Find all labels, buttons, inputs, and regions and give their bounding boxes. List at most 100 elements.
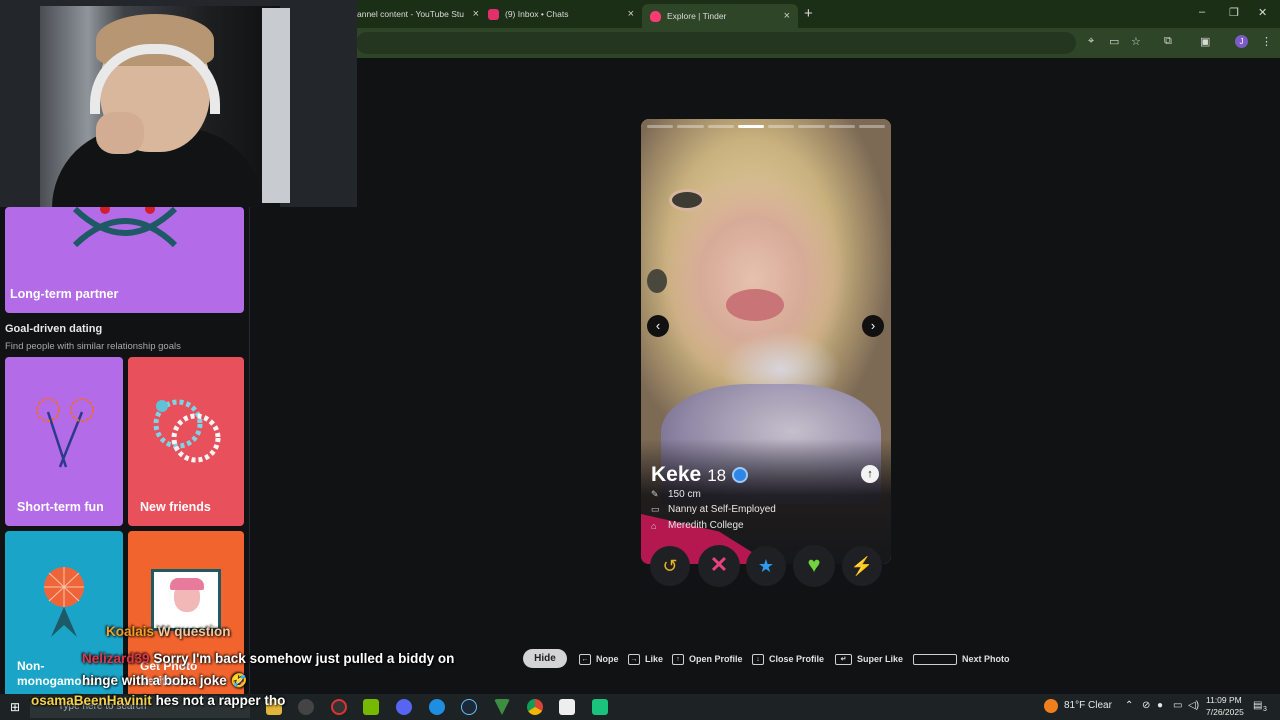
notifications-icon[interactable]: ▤ bbox=[1253, 700, 1262, 711]
photo-progress-segment bbox=[677, 125, 704, 128]
chat-text: W question bbox=[157, 624, 231, 639]
chat-message: Koalais W question bbox=[106, 624, 231, 639]
capcut-icon[interactable] bbox=[559, 699, 575, 715]
chat-message: osamaBeenHavinit hes not a rapper tho bbox=[31, 693, 285, 708]
chat-text: hes not a rapper tho bbox=[155, 693, 286, 708]
hint-label: Like bbox=[645, 654, 664, 664]
clock-date[interactable]: 7/26/2025 bbox=[1206, 707, 1244, 717]
webcam-door bbox=[262, 8, 290, 203]
x-icon: ✕ bbox=[709, 552, 729, 577]
sidebar-icon[interactable]: ▣ bbox=[1200, 35, 1210, 48]
nvidia-icon[interactable] bbox=[363, 699, 379, 715]
pineapple-icon bbox=[44, 567, 84, 637]
previous-photo-button[interactable]: ‹ bbox=[647, 315, 669, 337]
card-label: Long-term partner bbox=[10, 287, 119, 301]
browser-profile-avatar[interactable]: J bbox=[1235, 35, 1248, 48]
profile-job: ▭ Nanny at Self-Employed bbox=[651, 504, 776, 515]
photo-detail bbox=[669, 189, 705, 211]
close-icon[interactable]: × bbox=[473, 8, 479, 20]
location-icon[interactable]: ⌖ bbox=[1088, 35, 1094, 48]
instagram-icon bbox=[488, 8, 499, 20]
close-icon[interactable]: × bbox=[784, 10, 790, 22]
hint-label: Nope bbox=[596, 654, 619, 664]
friendship-bracelets-icon bbox=[153, 399, 221, 463]
minimize-button[interactable]: – bbox=[1199, 6, 1205, 18]
profile-card[interactable]: ‹ › Keke 18 ↑ ✎ 150 cm ▭ Nanny at Self-E… bbox=[641, 119, 891, 564]
microphone-icon[interactable]: ● bbox=[1157, 700, 1163, 711]
profile-school-text: Meredith College bbox=[668, 520, 744, 531]
profile-age: 18 bbox=[707, 466, 727, 485]
windows-start-icon[interactable]: ⊞ bbox=[10, 700, 20, 714]
hint-label: Super Like bbox=[857, 654, 904, 664]
hint-close-profile: ↓ Close Profile bbox=[752, 652, 824, 666]
app-icon[interactable] bbox=[592, 699, 608, 715]
section-subtitle: Find people with similar relationship go… bbox=[5, 341, 181, 352]
webcam-person-hand bbox=[96, 112, 144, 154]
card-short-term-fun[interactable]: Short-term fun bbox=[5, 357, 123, 526]
next-photo-button[interactable]: › bbox=[862, 315, 884, 337]
profile-height-text: 150 cm bbox=[668, 489, 701, 500]
address-bar[interactable] bbox=[356, 32, 1076, 54]
photo-progress-segment bbox=[858, 125, 885, 128]
section-title: Goal-driven dating bbox=[5, 323, 103, 335]
clock-time[interactable]: 11:09 PM bbox=[1206, 695, 1242, 705]
super-like-button[interactable]: ★ bbox=[746, 546, 786, 586]
photo-progress-segment bbox=[768, 125, 795, 128]
like-button[interactable]: ♥ bbox=[793, 545, 835, 587]
hint-open-profile: ↑ Open Profile bbox=[672, 652, 743, 666]
network-off-icon[interactable]: ⊘ bbox=[1142, 700, 1150, 711]
photo-progress-segment bbox=[798, 125, 825, 128]
steam-icon[interactable] bbox=[461, 699, 477, 715]
hearts-illustration-icon bbox=[72, 207, 178, 248]
obs-icon[interactable] bbox=[331, 699, 347, 715]
new-tab-button[interactable]: + bbox=[804, 5, 813, 22]
photo-progress-segment bbox=[707, 125, 734, 128]
photo-frame-icon bbox=[151, 569, 221, 631]
extensions-icon[interactable]: ⧉ bbox=[1164, 35, 1172, 48]
profile-school: ⌂ Meredith College bbox=[651, 520, 744, 531]
discord-icon[interactable] bbox=[396, 699, 412, 715]
tab-label: Explore | Tinder bbox=[667, 11, 727, 21]
chrome-icon[interactable] bbox=[527, 699, 543, 715]
rewind-button[interactable]: ↺ bbox=[650, 546, 690, 586]
restore-button[interactable]: ❐ bbox=[1229, 6, 1239, 19]
menu-dots-icon[interactable]: ⋮ bbox=[1261, 35, 1272, 48]
profile-name: Keke bbox=[651, 463, 702, 486]
star-icon[interactable]: ☆ bbox=[1131, 35, 1141, 48]
photo-progress-bars bbox=[647, 125, 885, 128]
right-arrow-key-icon: → bbox=[628, 653, 640, 665]
profile-name-line: Keke 18 bbox=[651, 463, 749, 487]
chevron-up-icon[interactable]: ⌃ bbox=[1125, 700, 1133, 711]
close-icon[interactable]: × bbox=[628, 8, 634, 20]
up-arrow-key-icon: ↑ bbox=[672, 653, 684, 665]
tab-inbox-chats[interactable]: (9) Inbox • Chats × bbox=[488, 4, 634, 24]
enter-key-icon: ↵ bbox=[835, 653, 852, 665]
hide-shortcuts-button[interactable]: Hide bbox=[523, 649, 567, 668]
action-buttons: ↺ ✕ ★ ♥ ⚡ bbox=[650, 545, 886, 590]
card-new-friends[interactable]: New friends bbox=[128, 357, 244, 526]
window-close-button[interactable]: ✕ bbox=[1258, 6, 1267, 19]
photo-progress-segment bbox=[737, 125, 764, 128]
weather-text[interactable]: 81°F Clear bbox=[1064, 700, 1112, 711]
boost-button[interactable]: ⚡ bbox=[842, 546, 882, 586]
heart-icon: ♥ bbox=[807, 552, 821, 577]
open-profile-arrow-icon[interactable]: ↑ bbox=[861, 465, 879, 483]
tab-explore-tinder[interactable]: Explore | Tinder × bbox=[642, 4, 798, 28]
tab-youtube-studio[interactable]: annel content - YouTube Stu × bbox=[357, 4, 479, 24]
nope-button[interactable]: ✕ bbox=[698, 545, 740, 587]
cast-icon[interactable]: ▭ bbox=[1109, 35, 1119, 48]
vim-icon[interactable] bbox=[494, 699, 510, 715]
edge-icon[interactable] bbox=[429, 699, 445, 715]
left-arrow-key-icon: ← bbox=[579, 653, 591, 665]
clock-app-icon[interactable] bbox=[298, 699, 314, 715]
volume-icon[interactable]: ◁) bbox=[1188, 700, 1199, 711]
hint-like: → Like bbox=[628, 652, 663, 666]
card-long-term-partner[interactable]: Long-term partner bbox=[5, 207, 244, 313]
briefcase-icon: ▭ bbox=[651, 504, 660, 514]
hint-super-like: ↵ Super Like bbox=[835, 652, 903, 666]
notification-count: 3 bbox=[1263, 706, 1267, 713]
tinder-flame-icon bbox=[650, 10, 661, 22]
weather-icon[interactable] bbox=[1044, 699, 1058, 713]
display-icon[interactable]: ▭ bbox=[1173, 700, 1182, 711]
rewind-icon: ↺ bbox=[662, 556, 678, 576]
